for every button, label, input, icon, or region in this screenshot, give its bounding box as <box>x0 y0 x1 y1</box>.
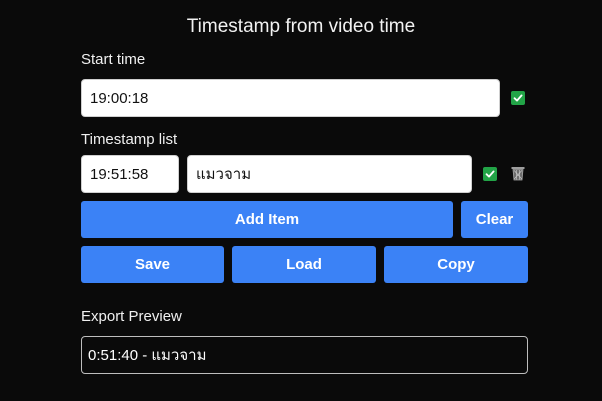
start-time-input[interactable] <box>81 79 500 117</box>
load-button[interactable]: Load <box>232 246 376 283</box>
export-preview-label: Export Preview <box>81 308 182 325</box>
export-preview-text: 0:51:40 - แมวจาม <box>88 347 207 364</box>
start-time-label: Start time <box>81 51 146 68</box>
timestamp-item-checkbox[interactable] <box>483 167 497 181</box>
page-title: Timestamp from video time <box>186 16 416 37</box>
clear-button[interactable]: Clear <box>461 201 528 238</box>
add-item-button[interactable]: Add Item <box>81 201 453 238</box>
timestamp-list-label: Timestamp list <box>81 131 178 148</box>
copy-button[interactable]: Copy <box>384 246 528 283</box>
check-icon <box>485 170 495 178</box>
timestamp-text-input[interactable] <box>187 155 472 193</box>
check-icon <box>513 94 523 102</box>
save-button[interactable]: Save <box>81 246 224 283</box>
timestamp-time-input[interactable] <box>81 155 179 193</box>
trash-icon[interactable] <box>511 166 525 181</box>
export-preview-box: 0:51:40 - แมวจาม <box>81 336 528 374</box>
start-time-checkbox[interactable] <box>511 91 525 105</box>
